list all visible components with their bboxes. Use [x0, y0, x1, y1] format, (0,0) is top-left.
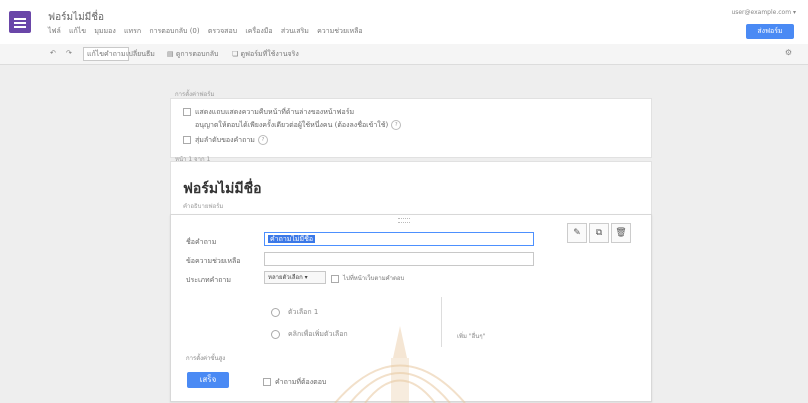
- setting-shuffle[interactable]: สุ่มลำดับของคำถาม?: [183, 135, 268, 146]
- edit-questions-tab[interactable]: แก้ไขคำถาม: [83, 47, 130, 61]
- chart-icon: ▤: [167, 50, 176, 58]
- goto-page-option[interactable]: ไปที่หน้าเว็บตามคำตอบ: [331, 273, 404, 283]
- radio-icon: [271, 307, 280, 317]
- menu-view[interactable]: มุมมอง: [94, 27, 115, 35]
- edit-pencil-icon[interactable]: ✎: [567, 223, 587, 243]
- drag-handle-icon[interactable]: [398, 218, 410, 223]
- add-other-link[interactable]: เพิ่ม "อื่นๆ": [457, 331, 485, 341]
- menu-review[interactable]: ตรวจสอบ: [208, 27, 237, 35]
- account-menu[interactable]: user@example.com ▾: [731, 9, 796, 16]
- radio-icon: [271, 329, 280, 339]
- duplicate-icon[interactable]: ⧉: [589, 223, 609, 243]
- undo-icon[interactable]: ↶: [50, 49, 56, 57]
- app-header: ฟอร์มไม่มีชื่อ ไฟล์ แก้ไข มุมมอง แทรก กา…: [0, 0, 808, 45]
- view-live-form-tab[interactable]: ❏ ดูฟอร์มที่ใช้งานจริง: [232, 49, 299, 60]
- menu-insert[interactable]: แทรก: [124, 27, 141, 35]
- question-type-select[interactable]: หลายตัวเลือก ▾: [264, 271, 326, 284]
- form-settings-card: แสดงแถบแสดงความคืบหน้าที่ด้านล่างของหน้า…: [170, 98, 652, 158]
- settings-gear-icon[interactable]: ⚙: [785, 48, 792, 57]
- send-form-button[interactable]: ส่งฟอร์ม: [746, 24, 794, 39]
- add-option[interactable]: คลิกเพื่อเพิ่มตัวเลือก: [271, 329, 348, 340]
- menu-help[interactable]: ความช่วยเหลือ: [317, 27, 362, 35]
- delete-icon[interactable]: 🗑: [611, 223, 631, 243]
- shuffle-checkbox[interactable]: [183, 136, 191, 144]
- question-type-label: ประเภทคำถาม: [186, 276, 231, 284]
- form-description[interactable]: คำอธิบายฟอร์ม: [183, 201, 223, 211]
- toolbar: ↶ ↷ แก้ไขคำถาม เปลี่ยนธีม ▤ ดูการตอบกลับ…: [0, 44, 808, 65]
- menu-file[interactable]: ไฟล์: [48, 27, 61, 35]
- menu-tools[interactable]: เครื่องมือ: [245, 27, 272, 35]
- menu-bar: ไฟล์ แก้ไข มุมมอง แทรก การตอบกลับ (0) ตร…: [48, 26, 369, 37]
- form-title[interactable]: ฟอร์มไม่มีชื่อ: [183, 178, 261, 200]
- question-title-input[interactable]: คำถามไม่มีชื่อ: [264, 232, 534, 246]
- help-icon[interactable]: ?: [257, 135, 268, 145]
- menu-edit[interactable]: แก้ไข: [69, 27, 86, 35]
- change-theme-tab[interactable]: เปลี่ยนธีม: [126, 49, 155, 60]
- help-icon[interactable]: ?: [391, 120, 402, 130]
- required-option[interactable]: คำถามที่ต้องตอบ: [263, 377, 326, 388]
- question-title-label: ชื่อคำถาม: [186, 238, 217, 246]
- advanced-settings-link[interactable]: การตั้งค่าขั้นสูง: [186, 353, 225, 363]
- question-editor-card: ✎ ⧉ 🗑 ชื่อคำถาม คำถามไม่มีชื่อ ข้อความช่…: [170, 214, 652, 402]
- forms-menu-icon[interactable]: [9, 11, 31, 33]
- live-form-icon: ❏: [232, 50, 241, 58]
- divider: [441, 297, 442, 347]
- redo-icon[interactable]: ↷: [66, 49, 72, 57]
- goto-page-checkbox[interactable]: [331, 274, 339, 283]
- progress-checkbox[interactable]: [183, 108, 191, 116]
- setting-progress-bar[interactable]: แสดงแถบแสดงความคืบหน้าที่ด้านล่างของหน้า…: [183, 107, 354, 118]
- menu-addons[interactable]: ส่วนเสริม: [281, 27, 309, 35]
- help-text-label: ข้อความช่วยเหลือ: [186, 257, 241, 265]
- menu-responses[interactable]: การตอบกลับ (0): [149, 27, 199, 35]
- help-text-input[interactable]: [264, 252, 534, 266]
- required-checkbox[interactable]: [263, 378, 271, 386]
- option-1[interactable]: ตัวเลือก 1: [271, 307, 318, 318]
- setting-one-response: อนุญาตให้ตอบได้เพียงครั้งเดียวต่อผู้ใช้ห…: [195, 120, 402, 131]
- done-button[interactable]: เสร็จ: [187, 372, 229, 388]
- document-title[interactable]: ฟอร์มไม่มีชื่อ: [48, 10, 104, 25]
- form-header-card: ฟอร์มไม่มีชื่อ คำอธิบายฟอร์ม: [170, 161, 652, 216]
- view-responses-tab[interactable]: ▤ ดูการตอบกลับ: [167, 49, 218, 60]
